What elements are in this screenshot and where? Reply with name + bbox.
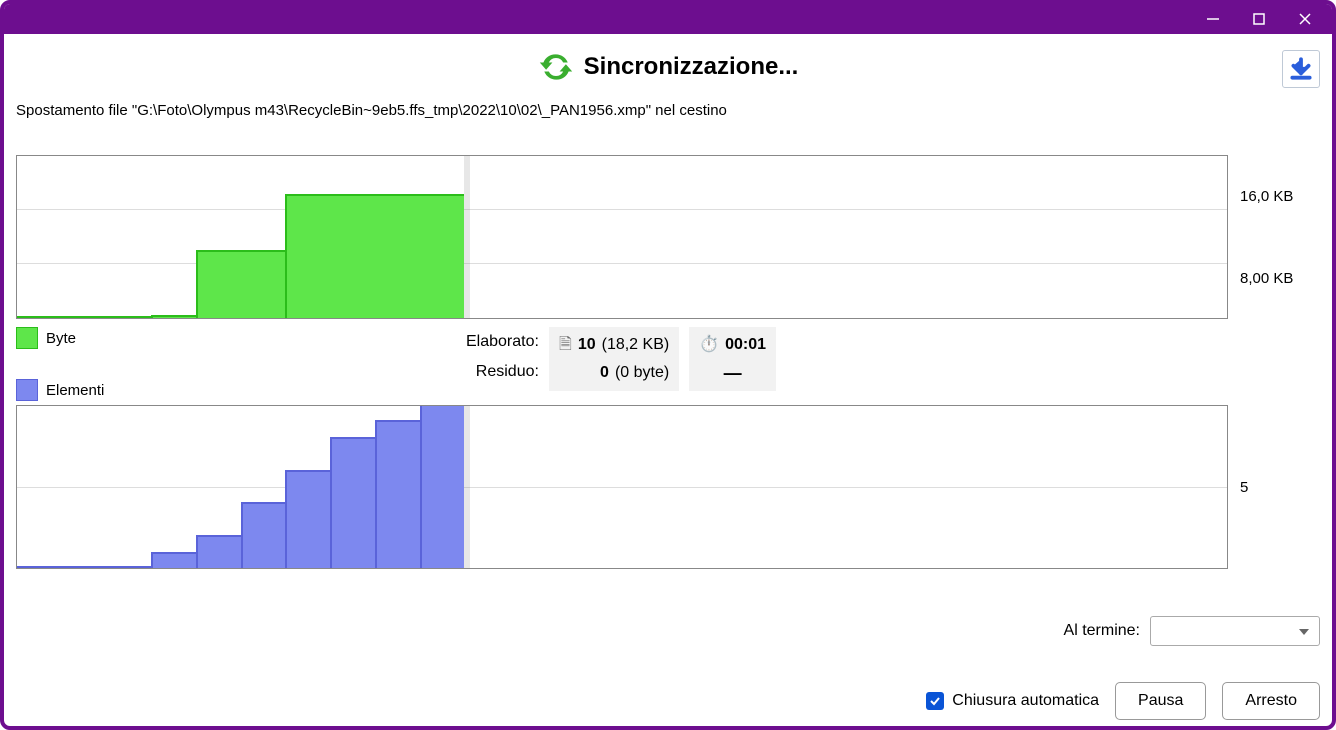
- stats-values: 🗎 10 (18,2 KB) 0 (0 byte): [549, 327, 679, 391]
- header: Sincronizzazione...: [16, 46, 1320, 88]
- stop-button[interactable]: Arresto: [1222, 682, 1320, 720]
- processed-count: 10: [578, 331, 596, 359]
- legend-swatch-bytes: [16, 327, 38, 349]
- stats-labels: Elaborato: Residuo:: [466, 327, 539, 387]
- pause-button[interactable]: Pausa: [1115, 682, 1206, 720]
- file-icon: 🗎: [559, 331, 572, 359]
- status-text: Spostamento file "G:\Foto\Olympus m43\Re…: [16, 102, 1320, 119]
- bytes-tick-high: 16,0 KB: [1240, 188, 1320, 205]
- close-button[interactable]: [1282, 4, 1328, 34]
- arrow-down-icon: [1288, 56, 1314, 82]
- items-chart: [16, 405, 1228, 569]
- items-tick-mid: 5: [1240, 479, 1320, 496]
- minimize-button[interactable]: [1190, 4, 1236, 34]
- at-end-label: Al termine:: [1064, 622, 1140, 640]
- legend-items: Elementi: [16, 379, 196, 401]
- legend: Byte Elementi: [16, 327, 196, 401]
- bytes-axis-labels: 16,0 KB 8,00 KB: [1240, 155, 1320, 319]
- clock-icon: ⏱️: [699, 331, 719, 359]
- remaining-size: (0 byte): [615, 359, 669, 387]
- titlebar: [4, 4, 1332, 34]
- maximize-button[interactable]: [1236, 4, 1282, 34]
- items-chart-area: 5: [16, 405, 1320, 569]
- items-axis-labels: 5: [1240, 405, 1320, 569]
- elapsed-time: 00:01: [725, 331, 766, 359]
- auto-close-label: Chiusura automatica: [952, 692, 1099, 710]
- legend-bytes-label: Byte: [46, 330, 76, 347]
- legend-bytes: Byte: [16, 327, 196, 349]
- remaining-time: —: [724, 359, 742, 387]
- at-end-value: [1151, 617, 1159, 634]
- close-icon: [1298, 12, 1312, 26]
- expand-details-button[interactable]: [1282, 50, 1320, 88]
- auto-close-checkbox[interactable]: Chiusura automatica: [926, 692, 1099, 710]
- legend-swatch-items: [16, 379, 38, 401]
- legend-items-label: Elementi: [46, 382, 104, 399]
- time-box: ⏱️ 00:01 —: [689, 327, 776, 391]
- sync-dialog: Sincronizzazione... Spostamento file "G:…: [0, 0, 1336, 730]
- bytes-chart-area: 16,0 KB 8,00 KB: [16, 155, 1320, 319]
- maximize-icon: [1252, 12, 1266, 26]
- remaining-label: Residuo:: [466, 357, 539, 387]
- bytes-chart: [16, 155, 1228, 319]
- minimize-icon: [1206, 12, 1220, 26]
- checkbox-check-icon: [926, 692, 944, 710]
- sync-icon: [538, 49, 574, 85]
- bytes-tick-low: 8,00 KB: [1240, 270, 1320, 287]
- processed-size: (18,2 KB): [602, 331, 670, 359]
- processed-label: Elaborato:: [466, 327, 539, 357]
- remaining-count: 0: [600, 359, 609, 387]
- page-title: Sincronizzazione...: [584, 53, 799, 81]
- at-end-select[interactable]: [1150, 616, 1320, 646]
